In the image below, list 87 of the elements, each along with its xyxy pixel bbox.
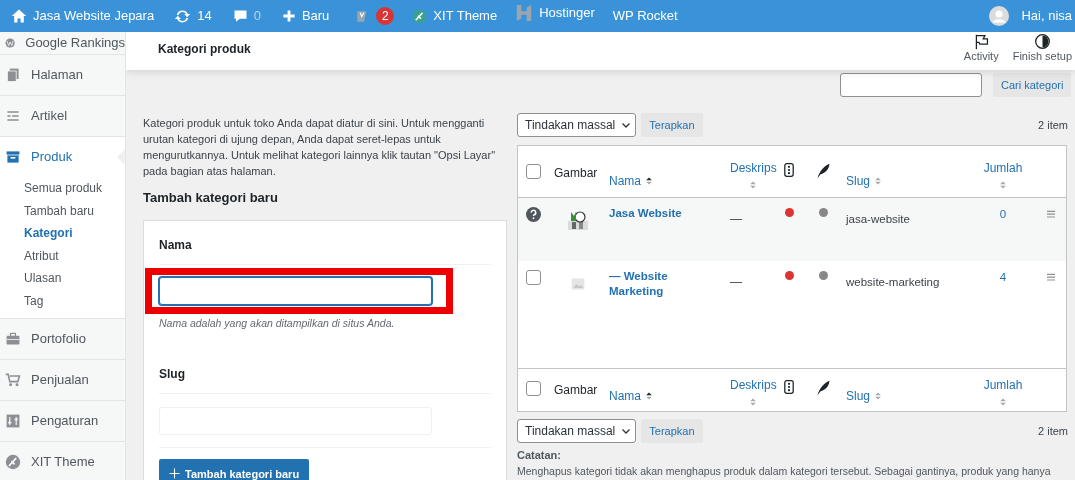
sidebar-item[interactable]: Produk	[31, 147, 73, 167]
item-count: 2 item	[1038, 423, 1068, 439]
sortable-column-header[interactable]: Jumlah	[983, 376, 1023, 411]
h-logo-icon	[515, 3, 534, 23]
column-header: Gambar	[554, 165, 598, 182]
note-text: Menghapus kategori tidak akan menghapus produk dalam kategori tersebut. Sebagai gantinya, produk yang hanya	[517, 463, 1052, 479]
pages-icon	[5, 67, 21, 83]
field-hint: Nama adalah yang akan ditampilkan di situs Anda.	[159, 315, 396, 331]
settings-icon	[5, 413, 21, 429]
cache-plugin-link[interactable]: WP Rocket	[612, 6, 678, 26]
list-icon	[5, 108, 21, 124]
leaf-logo-icon	[412, 8, 428, 24]
traffic-light-icon	[782, 378, 796, 396]
intro-text: Kategori produk untuk toko Anda dapat diatur di sini. Untuk mengganti urutan kategori di ujung depan, Anda dapat seret-lepas untuk mengurutkannya. Untuk melihat kategori lainnya klik tautan "Opsi Layar" pada bagian atas halaman.	[143, 116, 497, 179]
half-circle-icon	[1033, 33, 1051, 50]
sidebar-item[interactable]: Halaman	[31, 65, 84, 85]
description-cell: —	[730, 275, 742, 289]
sidebar-item[interactable]: Google Rankings	[25, 33, 125, 53]
submenu-item[interactable]: Atribut	[0, 244, 125, 267]
site-name-link[interactable]: Jasa Website Jepara	[33, 6, 155, 26]
sidebar-item[interactable]: Penjualan	[31, 370, 89, 390]
count-link[interactable]: 0	[999, 206, 1007, 261]
leaf-logo-icon	[5, 454, 21, 470]
sortable-column-header[interactable]: Nama	[609, 164, 653, 197]
add-category-button[interactable]: Tambah kategori baru	[159, 459, 310, 480]
category-name-link[interactable]: Jasa Website	[609, 206, 722, 221]
drag-handle-icon	[1046, 273, 1056, 281]
wordpress-icon	[5, 35, 16, 51]
home-icon	[11, 8, 27, 24]
account-link[interactable]: Hai, nisa	[1021, 6, 1072, 26]
sortable-column-header[interactable]: Nama	[609, 381, 653, 411]
category-name-link[interactable]: — Website Marketing	[609, 269, 722, 299]
description-cell: —	[730, 212, 742, 226]
sidebar-item[interactable]: XIT Theme	[31, 452, 95, 472]
updates-count[interactable]: 14	[197, 6, 212, 26]
column-header: Gambar	[554, 382, 598, 399]
hosting-link[interactable]: Hostinger	[539, 3, 595, 23]
bulk-action-dropdown[interactable]: Tindakan massal	[517, 419, 637, 443]
sidebar-item[interactable]: Pengaturan	[31, 411, 99, 431]
submenu-item[interactable]: Semua produk	[0, 177, 125, 200]
comment-icon	[232, 8, 248, 24]
sortable-column-header[interactable]: Deskrips	[730, 376, 777, 411]
sortable-column-header[interactable]: Slug	[846, 164, 883, 197]
feather-icon	[815, 163, 831, 179]
submenu-item[interactable]: Ulasan	[0, 267, 125, 290]
plus-icon	[281, 9, 296, 23]
theme-link[interactable]: XIT Theme	[433, 6, 498, 26]
drag-handle-icon	[1046, 210, 1056, 218]
chevron-down-icon	[621, 120, 632, 130]
avatar-icon	[989, 6, 1010, 26]
submenu-item[interactable]: Kategori	[0, 222, 125, 245]
sortable-column-header[interactable]: Deskrips	[730, 159, 777, 197]
header-action-button[interactable]: Activity	[963, 33, 999, 63]
sidebar-item[interactable]: Artikel	[31, 106, 68, 126]
sortable-column-header[interactable]: Slug	[846, 381, 883, 411]
apply-button[interactable]: Terapkan	[641, 113, 703, 137]
select-all-checkbox[interactable]	[526, 164, 541, 179]
chevron-down-icon	[621, 426, 632, 436]
search-field[interactable]	[840, 73, 982, 97]
count-link[interactable]: 4	[999, 269, 1007, 368]
new-link[interactable]: Baru	[301, 6, 330, 26]
feather-icon	[815, 380, 831, 396]
page-title: Kategori produk	[158, 41, 251, 58]
text-input[interactable]	[159, 276, 432, 305]
submenu-item[interactable]: Tambah baru	[0, 199, 125, 222]
notification-badge: 2	[376, 7, 395, 25]
search-button[interactable]: Cari kategori	[993, 73, 1072, 97]
archive-icon	[5, 149, 21, 165]
apply-button[interactable]: Terapkan	[641, 419, 703, 443]
sidebar-item[interactable]: Portofolio	[31, 329, 86, 349]
note-title: Catatan:	[517, 448, 562, 463]
cart-icon	[5, 372, 21, 388]
slug-cell: jasa-website	[846, 213, 910, 225]
row-checkbox[interactable]	[526, 270, 541, 285]
traffic-light-icon	[782, 161, 796, 179]
field-label: Nama	[159, 236, 193, 254]
form-heading: Tambah kategori baru	[143, 189, 279, 207]
select-all-checkbox[interactable]	[526, 381, 541, 396]
item-count: 2 item	[1038, 117, 1068, 133]
header-action-button[interactable]: Finish setup	[1012, 33, 1072, 63]
briefcase-icon	[5, 331, 21, 347]
slug-cell: website-marketing	[846, 276, 940, 288]
plus-icon	[169, 468, 180, 480]
field-label: Slug	[159, 366, 186, 384]
sortable-column-header[interactable]: Jumlah	[983, 159, 1023, 197]
bulk-action-dropdown[interactable]: Tindakan massal	[517, 113, 637, 137]
submenu-item[interactable]: Tag	[0, 289, 125, 312]
